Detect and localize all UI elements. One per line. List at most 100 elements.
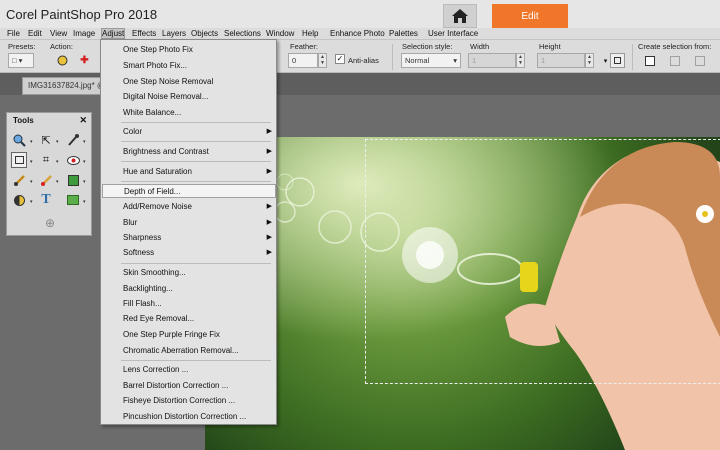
feather-label: Feather: — [290, 42, 318, 51]
selection-from-canvas-icon[interactable] — [642, 53, 657, 68]
text-tool-icon[interactable]: T — [38, 192, 54, 208]
pick-tool-icon[interactable]: ⇱ — [38, 132, 54, 148]
feather-input[interactable]: 0 — [288, 53, 318, 68]
width-input[interactable]: 1 — [468, 53, 516, 68]
selection-from-layer-icon[interactable] — [667, 53, 682, 68]
menu-item-skin-smoothing[interactable]: Skin Smoothing... — [102, 266, 276, 280]
selection-from-mask-icon[interactable] — [692, 53, 707, 68]
menu-item-add-remove-noise[interactable]: Add/Remove Noise ▶ — [102, 200, 276, 214]
menu-item-digital-noise-removal[interactable]: Digital Noise Removal... — [102, 90, 276, 104]
menu-item-brightness-contrast[interactable]: Brightness and Contrast ▶ — [102, 145, 276, 159]
dodge-tool-icon[interactable] — [11, 192, 27, 208]
menu-window[interactable]: Window — [266, 29, 294, 38]
selection-marquee[interactable] — [365, 139, 720, 384]
apply-action-icon[interactable]: ✚ — [77, 53, 92, 68]
height-spinner[interactable]: ▲ ▼ — [585, 53, 594, 68]
menu-file[interactable]: File — [7, 29, 20, 38]
menu-layers[interactable]: Layers — [162, 29, 186, 38]
dropper-tool-icon[interactable] — [65, 132, 81, 148]
menu-item-hue-saturation[interactable]: Hue and Saturation ▶ — [102, 165, 276, 179]
add-tool-icon[interactable]: ⊕ — [42, 215, 58, 231]
menu-item-chromatic-aberration[interactable]: Chromatic Aberration Removal... — [102, 344, 276, 358]
menu-item-smart-photo-fix[interactable]: Smart Photo Fix... — [102, 59, 276, 73]
selection-style-value: Normal — [405, 56, 430, 65]
submenu-arrow-icon: ▶ — [266, 148, 272, 155]
chevron-down-icon[interactable]: ▾ — [83, 199, 86, 205]
chevron-down-icon[interactable]: ▾ — [56, 139, 59, 145]
close-icon[interactable]: ✕ — [79, 115, 87, 126]
menu-item-red-eye-removal[interactable]: Red Eye Removal... — [102, 312, 276, 326]
chevron-down-icon[interactable]: ▾ — [83, 179, 86, 185]
presets-dropdown[interactable]: □ ▾ — [8, 53, 34, 68]
menu-item-blur[interactable]: Blur ▶ — [102, 216, 276, 230]
menu-item-softness[interactable]: Softness ▶ — [102, 246, 276, 260]
reset-action-icon[interactable] — [55, 53, 70, 68]
edit-tab[interactable]: Edit — [492, 4, 568, 28]
image-canvas[interactable] — [205, 137, 720, 450]
red-eye-tool-icon[interactable] — [65, 152, 81, 168]
antialias-checkbox[interactable]: ✓ — [335, 54, 345, 64]
selection-style-dropdown[interactable]: Normal ▾ — [401, 53, 461, 68]
width-spinner[interactable]: ▲ ▼ — [516, 53, 525, 68]
crop-tool-icon[interactable]: ⌗ — [38, 152, 54, 168]
chevron-down-icon[interactable]: ▾ — [56, 159, 59, 165]
menu-view[interactable]: View — [50, 29, 67, 38]
menu-separator — [121, 161, 271, 162]
menu-item-fisheye-distortion[interactable]: Fisheye Distortion Correction ... — [102, 394, 276, 408]
submenu-arrow-icon: ▶ — [266, 203, 272, 210]
chevron-down-icon[interactable]: ▾ — [30, 159, 33, 165]
menu-separator — [121, 360, 271, 361]
toolbar-separator — [392, 44, 393, 70]
menu-separator — [121, 181, 271, 182]
home-button[interactable] — [443, 4, 477, 28]
menu-item-color[interactable]: Color ▶ — [102, 125, 276, 139]
chevron-down-icon[interactable]: ▾ — [56, 179, 59, 185]
menu-objects[interactable]: Objects — [191, 29, 218, 38]
tools-palette: Tools ✕ ▾ ⇱ ▾ ▾ ▾ ⌗ ▾ ▾ ▾ ▾ ▾ ▾ T ▾ ⊕ — [6, 112, 92, 236]
tools-palette-header[interactable]: Tools ✕ — [7, 113, 91, 128]
chevron-down-icon[interactable]: ▾ — [30, 179, 33, 185]
menu-help[interactable]: Help — [302, 29, 318, 38]
selection-tool-icon[interactable] — [11, 152, 27, 168]
menu-enhance-photo[interactable]: Enhance Photo — [330, 29, 385, 38]
menu-separator — [121, 263, 271, 264]
menu-item-lens-correction[interactable]: Lens Correction ... — [102, 363, 276, 377]
menu-item-fill-flash[interactable]: Fill Flash... — [102, 297, 276, 311]
feather-spinner[interactable]: ▲ ▼ — [318, 53, 327, 68]
menu-item-label: Add/Remove Noise — [123, 202, 192, 211]
chevron-down-icon[interactable]: ▾ — [30, 199, 33, 205]
menu-item-purple-fringe-fix[interactable]: One Step Purple Fringe Fix — [102, 328, 276, 342]
menu-selections[interactable]: Selections — [224, 29, 261, 38]
shape-tool-icon[interactable] — [65, 192, 81, 208]
chevron-down-icon[interactable]: ▾ — [83, 139, 86, 145]
menu-item-label: Softness — [123, 248, 155, 257]
fill-tool-icon[interactable] — [65, 172, 81, 188]
menu-item-barrel-distortion[interactable]: Barrel Distortion Correction ... — [102, 379, 276, 393]
menu-edit[interactable]: Edit — [28, 29, 42, 38]
menu-item-depth-of-field[interactable]: Depth of Field... — [102, 184, 276, 198]
document-tab[interactable]: IMG31637824.jpg* @ — [22, 77, 102, 95]
clone-brush-icon[interactable] — [38, 172, 54, 188]
height-input[interactable]: 1 — [537, 53, 585, 68]
menu-palettes[interactable]: Palettes — [389, 29, 418, 38]
chevron-down-icon: ▾ — [453, 56, 457, 65]
toolbar-separator — [632, 44, 633, 70]
menu-item-one-step-photo-fix[interactable]: One Step Photo Fix — [102, 43, 276, 57]
chevron-down-icon[interactable]: ▾ — [30, 139, 33, 145]
tools-palette-title: Tools — [13, 116, 34, 125]
menu-effects[interactable]: Effects — [132, 29, 156, 38]
chevron-down-icon[interactable]: ▾ — [83, 159, 86, 165]
zoom-tool-icon[interactable] — [11, 132, 27, 148]
menu-item-pincushion-distortion[interactable]: Pincushion Distortion Correction ... — [102, 410, 276, 424]
menu-item-one-step-noise-removal[interactable]: One Step Noise Removal — [102, 75, 276, 89]
menu-item-sharpness[interactable]: Sharpness ▶ — [102, 231, 276, 245]
selection-options-icon[interactable] — [610, 53, 625, 68]
menu-image[interactable]: Image — [73, 29, 95, 38]
menu-adjust[interactable]: Adjust — [100, 28, 126, 39]
submenu-arrow-icon: ▶ — [266, 128, 272, 135]
width-label: Width — [470, 42, 490, 51]
brush-tool-icon[interactable] — [11, 172, 27, 188]
menu-item-backlighting[interactable]: Backlighting... — [102, 282, 276, 296]
menu-item-white-balance[interactable]: White Balance... — [102, 106, 276, 120]
menu-user-interface[interactable]: User Interface — [428, 29, 478, 38]
